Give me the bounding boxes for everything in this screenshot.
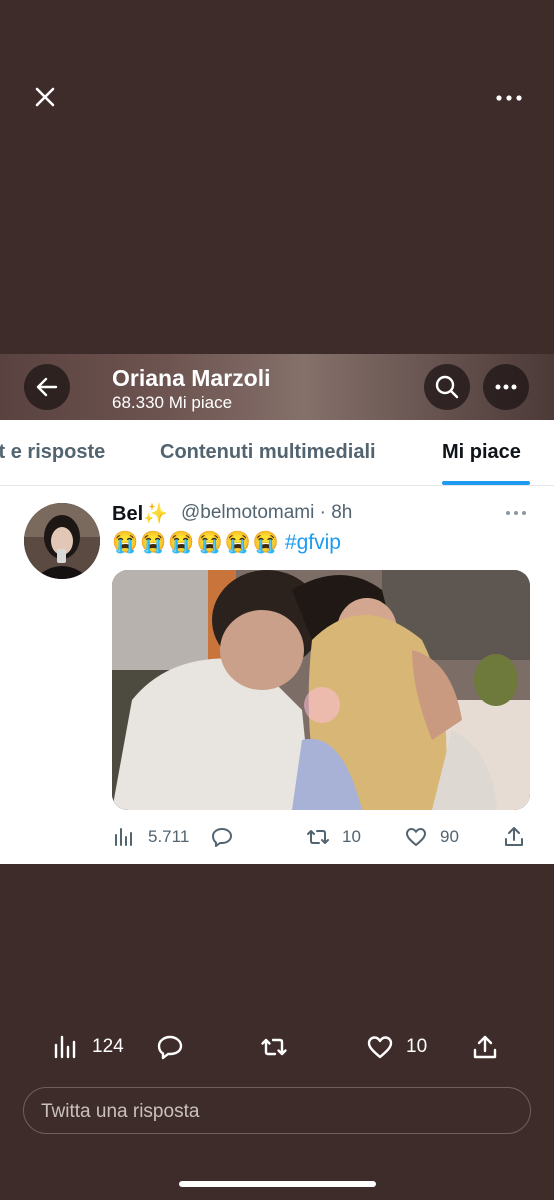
arrow-left-icon <box>36 377 58 397</box>
avatar[interactable] <box>24 503 100 579</box>
sparkles-emoji: ✨ <box>143 503 169 525</box>
viewer-views-count: 124 <box>92 1036 124 1057</box>
bar-chart-icon <box>54 1035 76 1059</box>
crying-emojis: 😭😭😭😭😭😭 <box>112 531 281 554</box>
tweet-media-image[interactable] <box>112 570 530 810</box>
reply-input[interactable]: Twitta una risposta <box>23 1087 531 1134</box>
avatar-image <box>24 503 100 579</box>
profile-tabs: Tweet e risposte Contenuti multimediali … <box>0 420 554 486</box>
profile-more-button[interactable] <box>483 364 529 410</box>
tweet-author-name[interactable]: Bel✨ <box>112 501 168 526</box>
search-icon <box>435 375 459 399</box>
reply-placeholder: Twitta una risposta <box>41 1101 200 1122</box>
more-horizontal-icon <box>506 511 526 515</box>
viewer-share-button[interactable] <box>471 1032 499 1062</box>
tweet[interactable]: Bel✨ @belmotomami · 8h 😭😭😭😭😭😭 #gfvip 5.7… <box>0 486 554 864</box>
retweet-icon <box>307 830 329 844</box>
viewer-action-bar: 124 10 <box>0 1024 554 1070</box>
like-button[interactable]: 90 <box>404 822 459 852</box>
share-icon <box>505 827 523 846</box>
bar-chart-icon <box>115 828 132 846</box>
more-horizontal-icon <box>495 384 517 390</box>
tab-likes[interactable]: Mi piace <box>442 441 521 464</box>
back-button[interactable] <box>24 364 70 410</box>
active-tab-indicator <box>442 481 530 485</box>
hashtag-link[interactable]: #gfvip <box>285 531 341 554</box>
search-button[interactable] <box>424 364 470 410</box>
home-indicator[interactable] <box>179 1181 376 1187</box>
viewer-reply-button[interactable] <box>156 1032 184 1062</box>
views-button[interactable]: 5.711 <box>112 822 189 852</box>
viewer-like-button[interactable]: 10 <box>366 1032 427 1062</box>
tweet-actions: 5.711 10 90 <box>112 822 530 852</box>
more-horizontal-icon <box>496 95 522 101</box>
share-icon <box>473 1035 497 1059</box>
hug-photo <box>112 570 530 810</box>
viewer-like-count: 10 <box>406 1036 428 1057</box>
close-icon <box>35 87 55 107</box>
profile-banner: Oriana Marzoli 68.330 Mi piace <box>0 354 554 420</box>
author-display-name: Bel <box>112 503 144 525</box>
close-button[interactable] <box>30 82 60 112</box>
comment-icon <box>157 1035 183 1060</box>
share-button[interactable] <box>502 822 526 852</box>
reply-button[interactable] <box>210 822 234 852</box>
viewer-views-button[interactable]: 124 <box>52 1032 124 1062</box>
profile-likes-count: 68.330 Mi piace <box>112 393 233 412</box>
viewer-more-button[interactable] <box>492 86 526 110</box>
profile-screenshot-card: Oriana Marzoli 68.330 Mi piace Tweet e r… <box>0 354 554 864</box>
tweet-text: 😭😭😭😭😭😭 #gfvip <box>112 531 341 555</box>
tweet-more-button[interactable] <box>503 506 529 520</box>
retweet-button[interactable]: 10 <box>306 822 361 852</box>
profile-name: Oriana Marzoli <box>112 365 271 391</box>
comment-icon <box>212 828 232 847</box>
viewer-retweet-button[interactable] <box>260 1032 288 1062</box>
retweet-count: 10 <box>342 827 361 846</box>
tab-media[interactable]: Contenuti multimediali <box>160 441 376 464</box>
tab-tweets-replies[interactable]: Tweet e risposte <box>0 441 105 464</box>
retweet-icon <box>261 1038 287 1056</box>
views-count: 5.711 <box>148 827 190 846</box>
heart-icon <box>367 1036 393 1059</box>
heart-icon <box>406 828 426 846</box>
tweet-handle-time: @belmotomami · 8h <box>181 502 353 523</box>
like-count: 90 <box>440 827 459 846</box>
